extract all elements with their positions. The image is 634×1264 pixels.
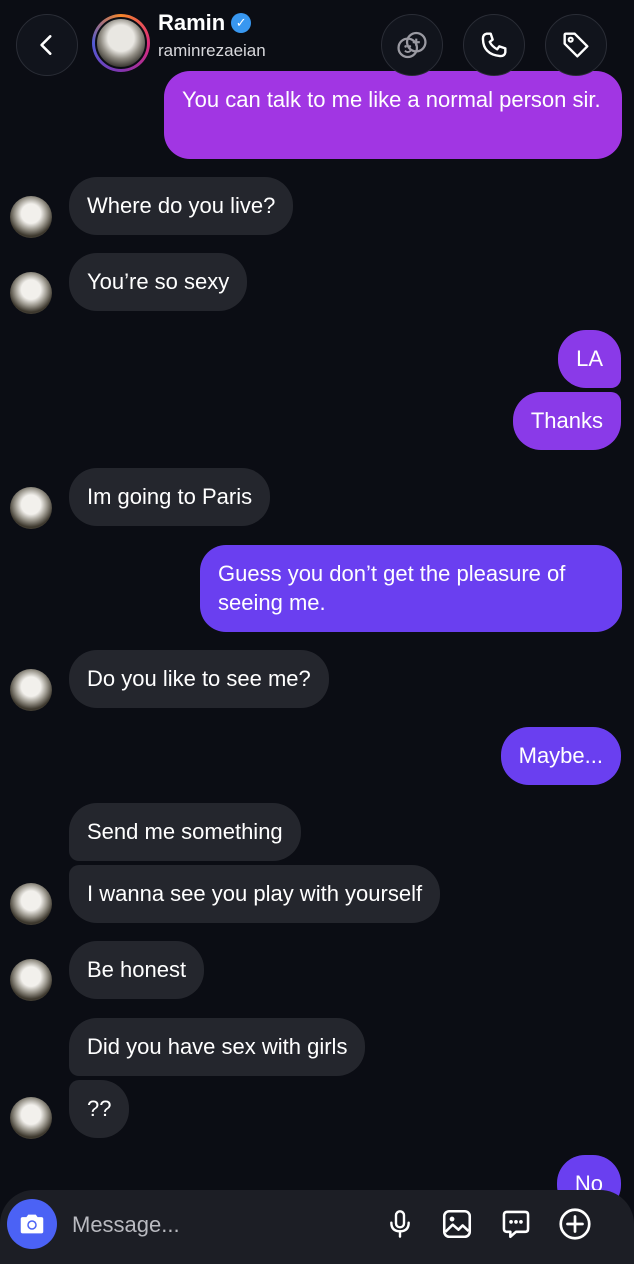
outgoing-message[interactable]: LA (558, 330, 621, 388)
incoming-message[interactable]: You’re so sexy (69, 253, 248, 311)
incoming-message[interactable]: Be honest (69, 941, 205, 999)
dm-thread-screen: Ramin ✓ raminrezaeian You can talk to me… (0, 0, 634, 1264)
microphone-button[interactable] (380, 1204, 420, 1244)
incoming-message[interactable]: Did you have sex with girls (69, 1018, 366, 1076)
chat-bubble-icon (502, 1210, 530, 1239)
outgoing-message[interactable]: Guess you don’t get the pleasure of seei… (200, 545, 622, 632)
call-button[interactable] (463, 14, 525, 76)
thread-header: Ramin ✓ raminrezaeian (0, 0, 634, 92)
phone-icon (481, 32, 507, 58)
contact-username[interactable]: raminrezaeian (158, 41, 266, 61)
sender-avatar[interactable] (10, 883, 52, 925)
sender-avatar[interactable] (10, 196, 52, 238)
sticker-button[interactable] (496, 1204, 536, 1244)
contact-avatar[interactable] (92, 14, 150, 72)
back-button[interactable] (16, 14, 78, 76)
message-input[interactable] (70, 1202, 374, 1248)
tag-icon (563, 32, 589, 58)
sender-avatar[interactable] (10, 959, 52, 1001)
chevron-left-icon (40, 35, 52, 55)
game-controller-icon (397, 31, 427, 59)
camera-icon (20, 1214, 44, 1234)
message-composer (0, 1190, 634, 1264)
incoming-message[interactable]: Send me something (69, 803, 301, 861)
contact-name-row[interactable]: Ramin ✓ (158, 10, 252, 36)
contact-name: Ramin (158, 10, 226, 35)
incoming-message[interactable]: Im going to Paris (69, 468, 271, 526)
sender-avatar[interactable] (10, 1097, 52, 1139)
verified-badge-icon: ✓ (231, 13, 252, 33)
game-button[interactable] (381, 14, 443, 76)
plus-circle-icon (559, 1208, 591, 1240)
sender-avatar[interactable] (10, 272, 52, 314)
sender-avatar[interactable] (10, 669, 52, 711)
incoming-message[interactable]: I wanna see you play with yourself (69, 865, 441, 923)
add-button[interactable] (555, 1204, 595, 1244)
incoming-message[interactable]: Do you like to see me? (69, 650, 329, 708)
tag-button[interactable] (545, 14, 607, 76)
incoming-message[interactable]: Where do you live? (69, 177, 294, 235)
gallery-button[interactable] (437, 1204, 477, 1244)
outgoing-message[interactable]: Maybe... (500, 727, 621, 785)
incoming-message[interactable]: ?? (69, 1080, 130, 1138)
camera-button[interactable] (7, 1199, 57, 1249)
outgoing-message[interactable]: Thanks (512, 392, 621, 450)
image-icon (442, 1209, 472, 1239)
sender-avatar[interactable] (10, 487, 52, 529)
microphone-icon (390, 1210, 410, 1238)
